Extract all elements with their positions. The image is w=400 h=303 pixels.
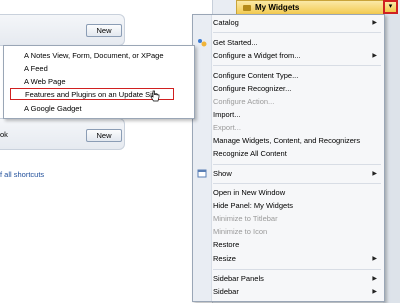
- menu-item-label: Open in New Window: [213, 188, 286, 197]
- menu-item-resize[interactable]: Resize ▶: [213, 253, 381, 265]
- menu-item-minimize-to-titlebar[interactable]: Minimize to Titlebar: [213, 213, 381, 225]
- submenu-arrow-icon: ▶: [372, 53, 377, 59]
- menu-item-label: Configure a Widget from...: [213, 51, 301, 60]
- menu-item-label: Catalog: [213, 18, 239, 27]
- submenu-item-web-page[interactable]: A Web Page: [24, 76, 184, 88]
- new-button-bottom[interactable]: New: [86, 129, 122, 142]
- menu-item-label: Minimize to Titlebar: [213, 214, 278, 223]
- widgets-icon: [243, 4, 251, 11]
- menu-item-catalog[interactable]: Catalog ▶: [213, 17, 381, 29]
- menu-item-hide-panel[interactable]: Hide Panel: My Widgets: [213, 200, 381, 212]
- submenu-arrow-icon: ▶: [372, 171, 377, 177]
- get-started-icon: [198, 39, 207, 47]
- background-panel-top: New: [0, 14, 125, 46]
- menu-item-label: Manage Widgets, Content, and Recognizers: [213, 136, 361, 145]
- menu-item-label: Sidebar: [213, 287, 239, 296]
- menu-item-export[interactable]: Export...: [213, 122, 381, 134]
- sidebar-scrollbar[interactable]: [383, 14, 400, 303]
- submenu-arrow-icon: ▶: [372, 289, 377, 295]
- menu-item-label: Restore: [213, 240, 240, 249]
- menu-item-label: Sidebar Panels: [213, 274, 264, 283]
- menu-item-get-started[interactable]: Get Started...: [213, 37, 381, 49]
- menu-item-label: Hide Panel: My Widgets: [213, 201, 294, 210]
- menu-item-label: Minimize to Icon: [213, 227, 268, 236]
- menu-separator: [213, 65, 381, 66]
- menu-separator: [213, 183, 381, 184]
- my-widgets-title: My Widgets: [255, 3, 300, 12]
- menu-item-label: Configure Recognizer...: [213, 84, 292, 93]
- background-panel-bottom: New: [0, 118, 125, 150]
- all-shortcuts-link[interactable]: f all shortcuts: [0, 170, 44, 179]
- menu-item-restore[interactable]: Restore: [213, 239, 381, 251]
- menu-item-manage-widgets[interactable]: Manage Widgets, Content, and Recognizers: [213, 135, 381, 147]
- menu-item-configure-content-type[interactable]: Configure Content Type...: [213, 70, 381, 82]
- menu-item-minimize-to-icon[interactable]: Minimize to Icon: [213, 226, 381, 238]
- menu-item-sidebar[interactable]: Sidebar ▶: [213, 286, 381, 298]
- menu-item-sidebar-panels[interactable]: Sidebar Panels ▶: [213, 273, 381, 285]
- widget-context-menu: Catalog ▶ Get Started... Configure a Widg…: [192, 14, 385, 302]
- menu-item-label: Show: [213, 169, 232, 178]
- menu-item-import[interactable]: Import...: [213, 109, 381, 121]
- menu-item-configure-action[interactable]: Configure Action...: [213, 96, 381, 108]
- menu-item-label: Get Started...: [213, 38, 258, 47]
- menu-item-label: Import...: [213, 110, 241, 119]
- menu-item-label: Resize: [213, 254, 236, 263]
- submenu-item-feed[interactable]: A Feed: [24, 63, 184, 75]
- menu-item-label: Export...: [213, 123, 241, 132]
- menu-item-label: Configure Action...: [213, 97, 275, 106]
- menu-item-configure-recognizer[interactable]: Configure Recognizer...: [213, 83, 381, 95]
- menu-item-open-in-new-window[interactable]: Open in New Window: [213, 187, 381, 199]
- menu-separator: [213, 32, 381, 33]
- menu-item-label: Recognize All Content: [213, 149, 287, 158]
- submenu-arrow-icon: ▶: [372, 276, 377, 282]
- menu-icon-strip: [193, 15, 212, 301]
- submenu-item-google-gadget[interactable]: A Google Gadget: [24, 103, 184, 115]
- menu-item-show[interactable]: Show ▶: [213, 168, 381, 180]
- menu-separator: [213, 164, 381, 165]
- menu-item-recognize-all-content[interactable]: Recognize All Content: [213, 148, 381, 160]
- configure-widget-submenu: A Notes View, Form, Document, or XPage A…: [3, 45, 195, 119]
- menu-item-configure-widget-from[interactable]: Configure a Widget from... ▶: [213, 50, 381, 62]
- submenu-arrow-icon: ▶: [372, 20, 377, 26]
- widget-menu-dropdown-button[interactable]: ▾: [383, 0, 398, 14]
- show-icon: [197, 169, 207, 178]
- hand-cursor-icon: [150, 90, 160, 102]
- submenu-arrow-icon: ▶: [372, 256, 377, 262]
- menu-item-label: Configure Content Type...: [213, 71, 299, 80]
- submenu-item-notes-view[interactable]: A Notes View, Form, Document, or XPage: [24, 50, 184, 62]
- new-button-top[interactable]: New: [86, 24, 122, 37]
- partial-label: ok: [0, 130, 8, 139]
- menu-separator: [213, 269, 381, 270]
